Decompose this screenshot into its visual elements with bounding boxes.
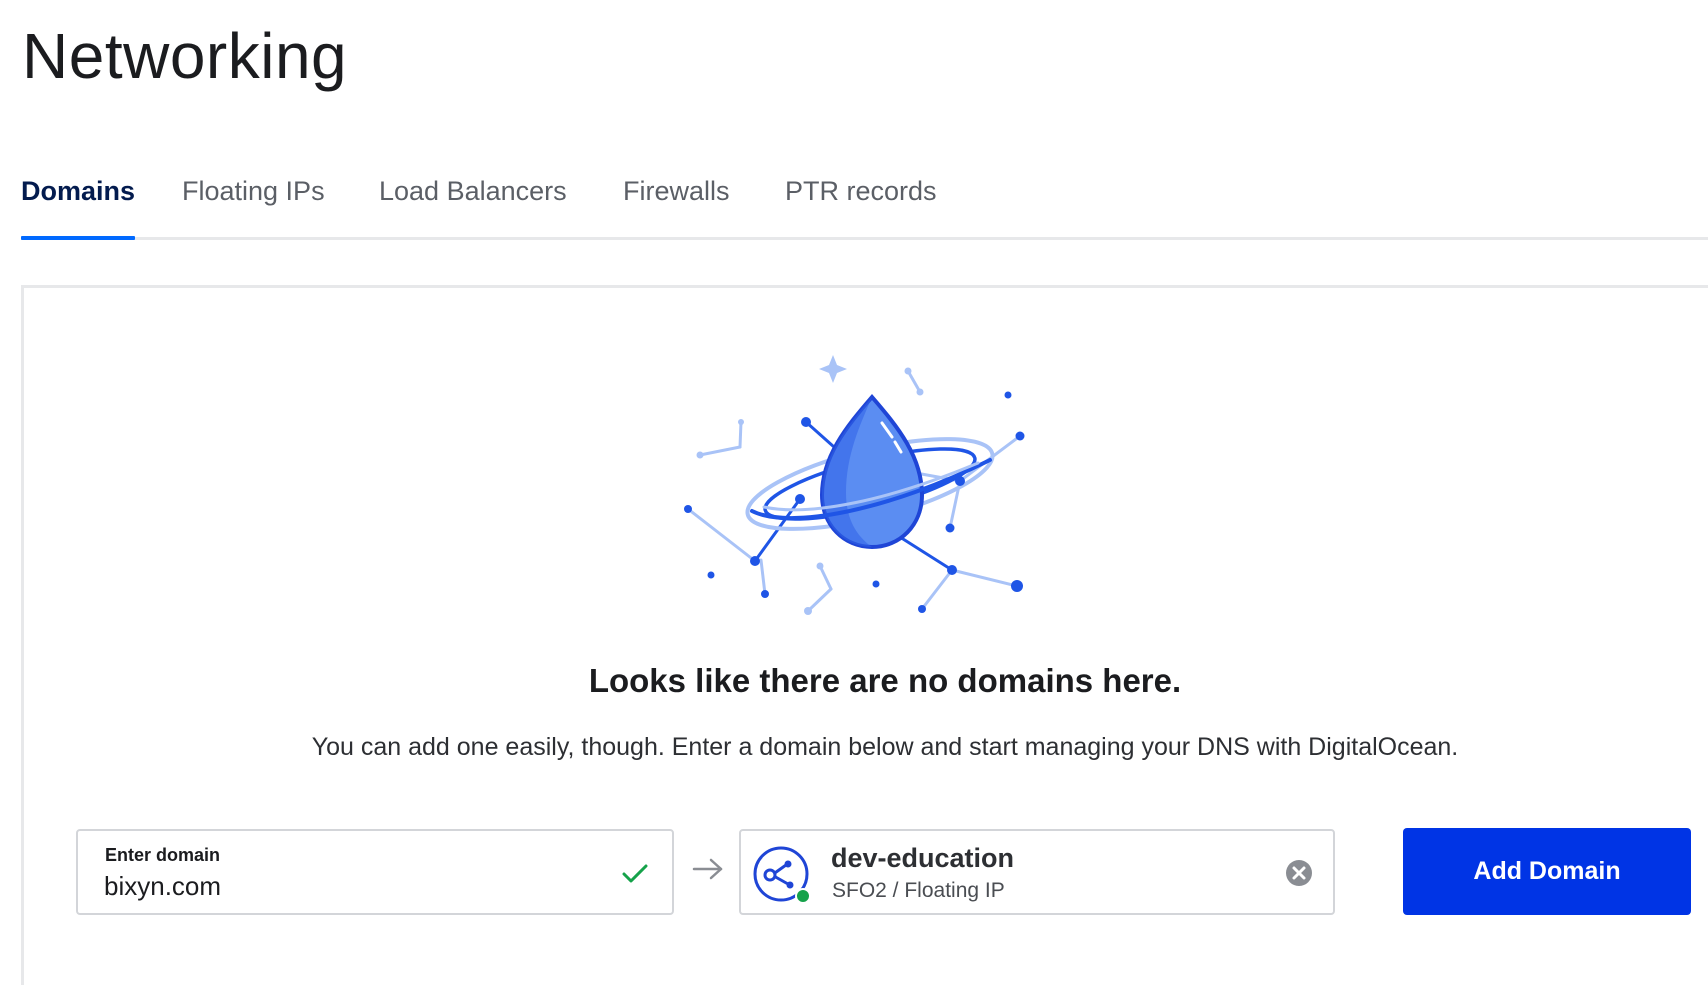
domain-input-field[interactable]: Enter domain bixyn.com xyxy=(76,829,674,915)
empty-state-subtext: You can add one easily, though. Enter a … xyxy=(311,733,1459,761)
networking-tabs: Domains Floating IPs Load Balancers Fire… xyxy=(0,150,1708,240)
target-resource-name: dev-education xyxy=(831,843,1015,873)
tab-domains[interactable]: Domains xyxy=(21,176,135,207)
arrow-right-icon xyxy=(692,858,723,880)
domain-field-label: Enter domain xyxy=(105,845,221,865)
tabs-divider xyxy=(21,237,1708,240)
tab-load-balancers[interactable]: Load Balancers xyxy=(379,176,567,207)
tab-floating-ips[interactable]: Floating IPs xyxy=(182,176,325,207)
domain-input[interactable]: bixyn.com xyxy=(104,871,221,902)
target-resource-select[interactable]: dev-education SFO2 / Floating IP xyxy=(739,829,1335,915)
target-resource-meta: SFO2 / Floating IP xyxy=(832,879,1005,902)
droplet-planet-illustration xyxy=(684,355,1025,615)
active-tab-indicator xyxy=(21,236,135,240)
clear-circle-icon[interactable] xyxy=(1285,859,1313,887)
floating-ip-share-icon xyxy=(753,846,811,904)
tab-ptr-records[interactable]: PTR records xyxy=(785,176,937,207)
page-title: Networking xyxy=(22,20,348,92)
tab-firewalls[interactable]: Firewalls xyxy=(623,176,730,207)
empty-state-heading: Looks like there are no domains here. xyxy=(588,662,1182,699)
add-domain-button[interactable]: Add Domain xyxy=(1403,828,1691,915)
check-icon xyxy=(622,864,648,883)
